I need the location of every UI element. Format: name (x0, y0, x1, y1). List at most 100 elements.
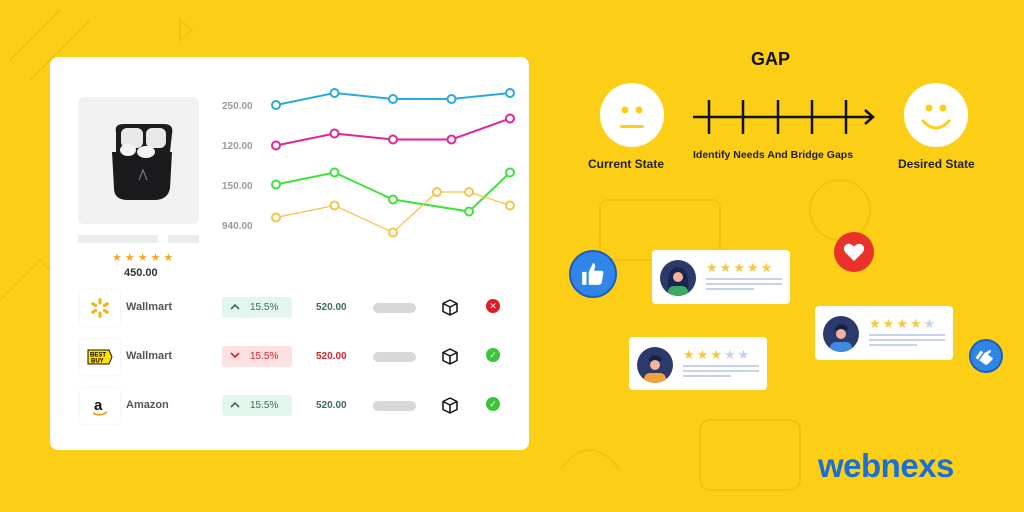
avatar (637, 347, 673, 383)
amount: 520.00 (316, 302, 347, 313)
review-stars: ★ ★ ★ ★ ★ (683, 347, 749, 363)
star-icon: ★ (723, 347, 736, 362)
placeholder-bar (373, 401, 416, 411)
store-row: BEST BUY Wallmart 15.5% 520.00 ✓ (80, 339, 520, 375)
avatar (823, 316, 859, 352)
store-row: a Amazon 15.5% 520.00 ✓ (80, 388, 520, 424)
svg-text:BUY: BUY (91, 359, 104, 365)
thumbs-up-icon (962, 332, 1010, 380)
svg-text:a: a (94, 397, 103, 414)
desired-state-label: Desired State (898, 157, 975, 171)
amazon-logo: a (80, 388, 120, 424)
data-point-blue (505, 88, 515, 98)
data-point-green (388, 194, 398, 205)
store-row: Wallmart 15.5% 520.00 ✕ (80, 290, 520, 326)
star-icon: ★ (706, 260, 718, 275)
review-text-line (706, 288, 754, 290)
error-circle-icon: ✕ (486, 299, 500, 313)
chevron-down-icon (230, 351, 240, 362)
package-icon[interactable] (442, 348, 458, 370)
data-point-green (271, 179, 281, 190)
star-icon: ★ (737, 347, 750, 362)
store-name: Wallmart (126, 350, 173, 362)
neutral-face-icon (600, 83, 664, 147)
product-analytics-card: ★ ★ ★ ★ ★ 450.00 250.00 120.00 150.00 94… (50, 57, 529, 450)
data-point-pink (505, 113, 515, 124)
star-icon: ★ (112, 252, 122, 264)
product-price: 450.00 (124, 267, 158, 279)
change-value: 15.5% (250, 302, 279, 313)
review-text-line (683, 375, 731, 377)
gap-timeline-arrow-icon (693, 100, 875, 134)
store-name: Amazon (126, 399, 169, 411)
data-point-yellow (431, 187, 442, 197)
change-badge: 15.5% (222, 346, 292, 367)
star-icon: ★ (882, 316, 895, 331)
review-text-line (706, 278, 782, 280)
data-point-yellow (388, 227, 398, 238)
star-icon: ★ (896, 316, 908, 331)
review-text-line (869, 339, 945, 341)
star-icon: ★ (163, 252, 174, 264)
data-point-yellow (464, 187, 475, 197)
line-chart (271, 88, 515, 238)
brand-logo: webnexs (818, 447, 954, 484)
star-icon: ★ (733, 260, 745, 275)
data-point-yellow (505, 200, 515, 211)
avatar (660, 260, 696, 296)
data-point-blue (271, 100, 281, 110)
data-point-yellow (271, 212, 281, 223)
review-stars: ★ ★ ★ ★ ★ (706, 260, 772, 276)
star-icon: ★ (923, 316, 936, 331)
change-value: 15.5% (250, 351, 279, 362)
placeholder-bar (373, 352, 416, 362)
check-circle-icon: ✓ (486, 348, 500, 362)
review-card: ★ ★ ★ ★ ★ (815, 306, 953, 360)
package-icon[interactable] (442, 397, 458, 419)
data-point-blue (446, 94, 457, 104)
star-icon: ★ (150, 252, 161, 264)
star-icon: ★ (746, 260, 759, 275)
data-point-blue (388, 94, 398, 104)
data-point-yellow (329, 200, 340, 211)
data-point-pink (388, 134, 398, 145)
change-value: 15.5% (250, 400, 279, 411)
star-icon: ★ (710, 347, 722, 362)
change-badge: 15.5% (222, 297, 292, 318)
placeholder-bar (168, 235, 199, 243)
data-point-pink (446, 134, 457, 145)
placeholder-bar (78, 235, 158, 243)
star-icon: ★ (696, 347, 709, 362)
star-icon: ★ (909, 316, 922, 331)
star-icon: ★ (719, 260, 732, 275)
product-image (78, 97, 199, 224)
review-text-line (869, 344, 917, 346)
review-text-line (869, 334, 945, 336)
walmart-logo (80, 290, 120, 326)
star-icon: ★ (124, 252, 135, 264)
heart-icon (834, 232, 874, 272)
data-point-green (464, 206, 475, 217)
series-line-green (275, 171, 511, 213)
review-card: ★ ★ ★ ★ ★ (629, 337, 767, 390)
data-point-pink (329, 128, 340, 139)
star-icon: ★ (760, 260, 773, 275)
star-icon: ★ (137, 252, 148, 264)
review-card: ★ ★ ★ ★ ★ (652, 250, 790, 304)
data-point-blue (329, 88, 340, 98)
store-name: Wallmart (126, 301, 173, 313)
airpods-case-icon (111, 123, 172, 200)
star-icon: ★ (683, 347, 695, 362)
amount: 520.00 (316, 400, 347, 411)
change-badge: 15.5% (222, 395, 292, 416)
data-point-green (505, 167, 515, 178)
data-point-green (329, 167, 340, 178)
bestbuy-logo: BEST BUY (80, 339, 120, 375)
current-state-label: Current State (588, 157, 665, 171)
thumbs-up-icon (569, 250, 617, 298)
package-icon[interactable] (442, 299, 458, 321)
gap-middle-label: Identify Needs And Bridge Gaps (693, 149, 854, 161)
check-circle-icon: ✓ (486, 397, 500, 411)
placeholder-bar (373, 303, 416, 313)
star-icon: ★ (869, 316, 881, 331)
